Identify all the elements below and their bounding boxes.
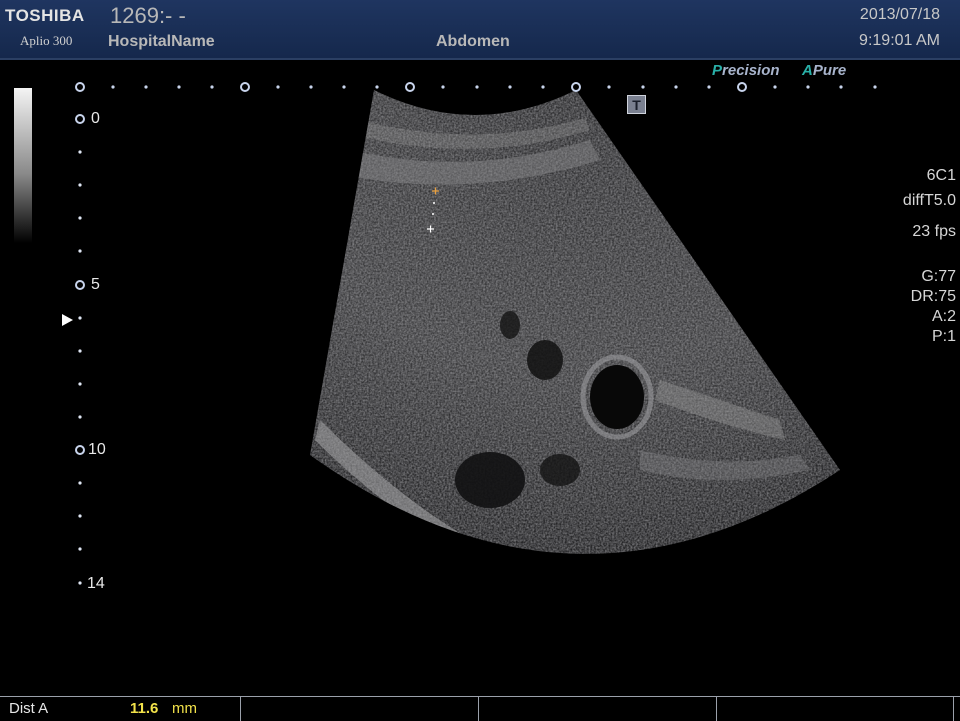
depth-major bbox=[75, 445, 85, 455]
focus-marker-icon[interactable] bbox=[62, 314, 73, 326]
exam-time: 9:19:01 AM bbox=[859, 32, 940, 49]
top-scale-major bbox=[571, 82, 581, 92]
frame-rate: 23 fps bbox=[912, 223, 956, 240]
system-model: Aplio 300 bbox=[20, 33, 73, 48]
image-params: G:77 DR:75 A:2 P:1 bbox=[911, 267, 956, 347]
top-scale-major bbox=[240, 82, 250, 92]
depth-major bbox=[75, 114, 85, 124]
p-value: P:1 bbox=[931, 328, 956, 345]
measurement-cell[interactable]: Dist A 11.6 mm bbox=[0, 697, 241, 721]
probe-name: 6C1 bbox=[926, 167, 956, 184]
measurement-cell-empty[interactable] bbox=[716, 697, 954, 721]
measurement-name: Dist A bbox=[9, 700, 49, 717]
top-scale bbox=[75, 82, 747, 92]
top-scale-major bbox=[737, 82, 747, 92]
gain-value: G:77 bbox=[921, 268, 956, 285]
depth-label-14: 14 bbox=[87, 575, 105, 592]
body-mark-icon[interactable]: T bbox=[627, 95, 646, 114]
measurement-bar: Dist A 11.6 mm bbox=[0, 696, 960, 721]
measurement-unit: mm bbox=[172, 700, 197, 717]
hospital-name: HospitalName bbox=[108, 33, 215, 50]
depth-major bbox=[75, 280, 85, 290]
preset-name: diffT5.0 bbox=[902, 192, 956, 209]
brand-logo: TOSHIBA bbox=[5, 6, 85, 25]
header-bar: TOSHIBA Aplio 300 1269:- - HospitalName … bbox=[0, 0, 960, 60]
depth-scale bbox=[75, 114, 85, 455]
dynamic-range-value: DR:75 bbox=[910, 288, 956, 305]
exam-type: Abdomen bbox=[436, 33, 510, 50]
exam-date: 2013/07/18 bbox=[859, 6, 940, 23]
ultrasound-image bbox=[75, 82, 877, 585]
depth-label-10: 10 bbox=[88, 441, 106, 458]
a-value: A:2 bbox=[931, 308, 956, 325]
top-scale-minor bbox=[111, 85, 877, 89]
depth-label-5: 5 bbox=[91, 276, 100, 293]
measurement-cell-empty[interactable] bbox=[240, 697, 479, 721]
depth-scale-minor bbox=[78, 150, 82, 585]
patient-id: 1269:- - bbox=[110, 3, 186, 28]
measurement-value: 11.6 bbox=[130, 700, 159, 717]
probe-info: 6C1 diffT5.0 bbox=[903, 166, 956, 211]
measurement-cell-empty[interactable] bbox=[478, 697, 717, 721]
top-scale-major bbox=[405, 82, 415, 92]
depth-label-0: 0 bbox=[91, 110, 100, 127]
top-scale-major bbox=[75, 82, 85, 92]
